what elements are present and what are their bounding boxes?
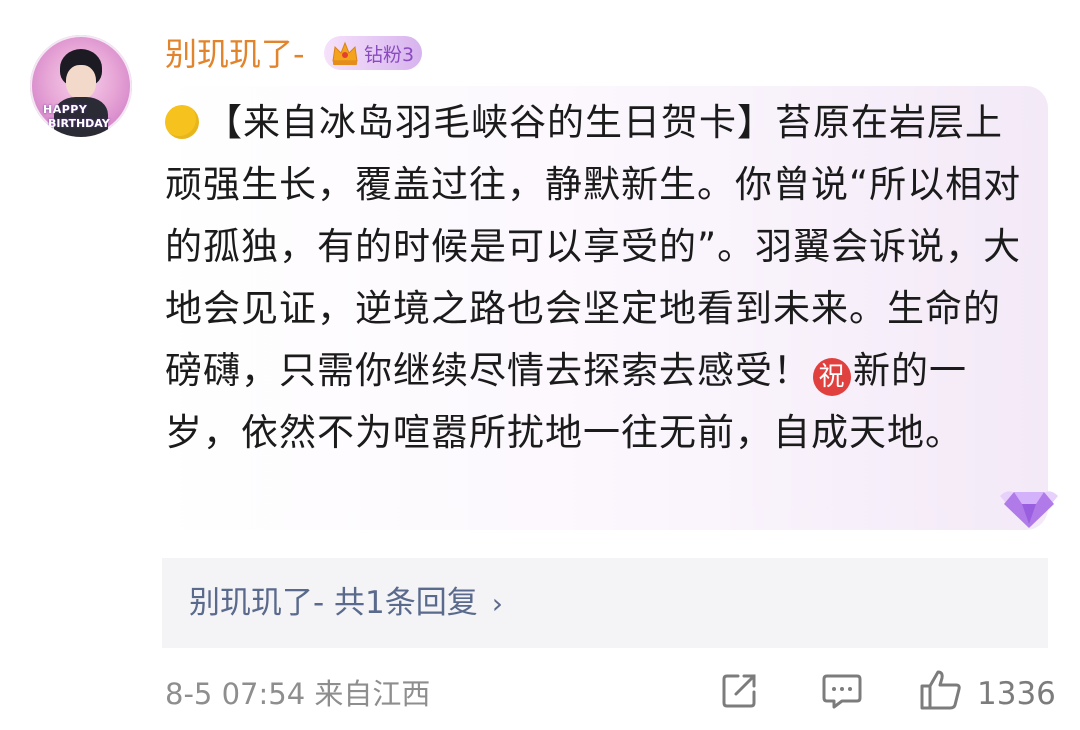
fan-level-badge[interactable]: 钻粉3 bbox=[324, 36, 423, 70]
comment-username[interactable]: 别玑玑了- bbox=[165, 32, 305, 76]
replies-summary[interactable]: 别玑玑了- 共1条回复 › bbox=[162, 558, 1048, 648]
replies-summary-label: 别玑玑了- 共1条回复 bbox=[189, 585, 478, 621]
comment-timestamp: 8-5 07:54 bbox=[165, 677, 306, 711]
comment-meta: 8-5 07:54 来自江西 bbox=[165, 672, 430, 716]
avatar-text-happy: HAPPY bbox=[43, 103, 88, 116]
comment-icon bbox=[822, 674, 862, 709]
chevron-right-icon: › bbox=[491, 587, 503, 620]
comment-button[interactable] bbox=[820, 668, 864, 716]
zhu-emoji-icon: 祝 bbox=[813, 358, 851, 396]
comment-text: 【来自冰岛羽毛峡谷的生日贺卡】苔原在岩层上顽强生长，覆盖过往，静默新生。你曾说“… bbox=[165, 92, 1025, 464]
crown-icon bbox=[330, 39, 360, 67]
like-button[interactable] bbox=[918, 668, 964, 716]
user-avatar[interactable]: HAPPY BIRTHDAY bbox=[30, 35, 132, 137]
like-count: 1336 bbox=[977, 676, 1056, 712]
diamond-badge-icon bbox=[996, 478, 1062, 534]
comment-location: 来自江西 bbox=[314, 677, 431, 711]
share-icon bbox=[722, 674, 756, 708]
avatar-face bbox=[66, 65, 96, 99]
fan-badge-label: 钻粉3 bbox=[364, 43, 415, 66]
thumbs-up-icon bbox=[920, 670, 961, 710]
share-button[interactable] bbox=[718, 668, 762, 716]
avatar-text-birthday: BIRTHDAY bbox=[48, 117, 110, 130]
yellow-circle-emoji-icon bbox=[165, 105, 199, 139]
